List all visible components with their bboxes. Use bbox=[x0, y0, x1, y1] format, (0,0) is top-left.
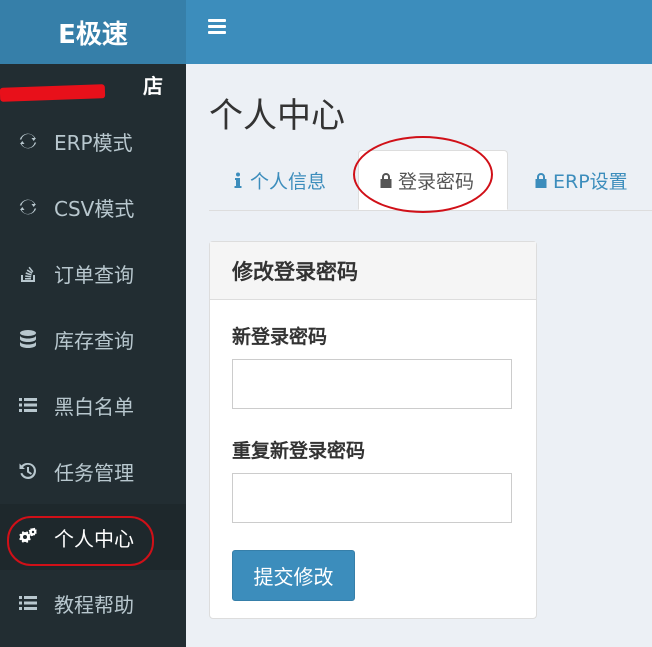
sidebar-item-tutorial-help[interactable]: 教程帮助 bbox=[0, 570, 186, 636]
database-icon bbox=[17, 328, 39, 350]
sidebar-item-personal-center[interactable]: 个人中心 bbox=[0, 504, 186, 570]
new-password-label: 新登录密码 bbox=[232, 326, 328, 348]
page-title: 个人中心 bbox=[209, 96, 345, 136]
tab-login-password[interactable]: 登录密码 bbox=[358, 150, 508, 210]
sidebar-item-task-management[interactable]: 任务管理 bbox=[0, 438, 186, 504]
store-name: 店 bbox=[0, 64, 186, 108]
lock-icon bbox=[380, 173, 392, 188]
sidebar-item-label: CSV模式 bbox=[54, 196, 135, 221]
sidebar-item-label: 黑白名单 bbox=[54, 394, 134, 419]
repeat-password-label: 重复新登录密码 bbox=[232, 440, 366, 462]
stack-overflow-icon bbox=[17, 262, 39, 284]
repeat-password-input[interactable] bbox=[232, 473, 512, 523]
redaction-mark bbox=[0, 84, 106, 102]
list-icon bbox=[17, 394, 39, 416]
sidebar-item-label: 订单查询 bbox=[54, 262, 134, 287]
sidebar-item-csv-mode[interactable]: CSV模式 bbox=[0, 174, 186, 240]
refresh-icon bbox=[17, 130, 39, 152]
hamburger-menu-icon[interactable] bbox=[208, 19, 226, 34]
cogs-icon bbox=[17, 526, 39, 548]
app-logo[interactable]: E极速 bbox=[0, 0, 186, 64]
sidebar-item-stock-query[interactable]: 库存查询 bbox=[0, 306, 186, 372]
info-icon bbox=[234, 172, 242, 188]
tab-personal-info[interactable]: 个人信息 bbox=[231, 150, 326, 210]
list-icon bbox=[17, 592, 39, 614]
sidebar-item-erp-mode[interactable]: ERP模式 bbox=[0, 108, 186, 174]
sidebar-item-label: ERP模式 bbox=[54, 130, 133, 155]
tab-erp-settings[interactable]: ERP设置 bbox=[534, 150, 628, 210]
sidebar-item-order-query[interactable]: 订单查询 bbox=[0, 240, 186, 306]
panel-heading: 修改登录密码 bbox=[210, 242, 536, 300]
new-password-input[interactable] bbox=[232, 359, 512, 409]
submit-change-button[interactable]: 提交修改 bbox=[232, 550, 355, 601]
sidebar-item-label: 库存查询 bbox=[54, 328, 134, 353]
sidebar-item-label: 教程帮助 bbox=[54, 592, 134, 617]
sidebar-item-black-white-list[interactable]: 黑白名单 bbox=[0, 372, 186, 438]
sidebar-item-label: 个人中心 bbox=[54, 526, 134, 551]
history-icon bbox=[17, 460, 39, 482]
sidebar: 店 ERP模式 CSV模式 订单查询 库存查询 黑白名单 任务管理 个人中心 教… bbox=[0, 64, 186, 647]
lock-icon bbox=[535, 173, 547, 188]
main-content: 个人中心 个人信息 登录密码 ERP设置 修改登录密码 新登录密码 重复新登录密… bbox=[186, 64, 652, 647]
refresh-icon bbox=[17, 196, 39, 218]
tab-bar: 个人信息 登录密码 ERP设置 bbox=[209, 150, 652, 211]
change-password-panel: 修改登录密码 新登录密码 重复新登录密码 提交修改 bbox=[209, 241, 537, 619]
top-navbar bbox=[186, 0, 652, 64]
sidebar-item-label: 任务管理 bbox=[54, 460, 134, 485]
